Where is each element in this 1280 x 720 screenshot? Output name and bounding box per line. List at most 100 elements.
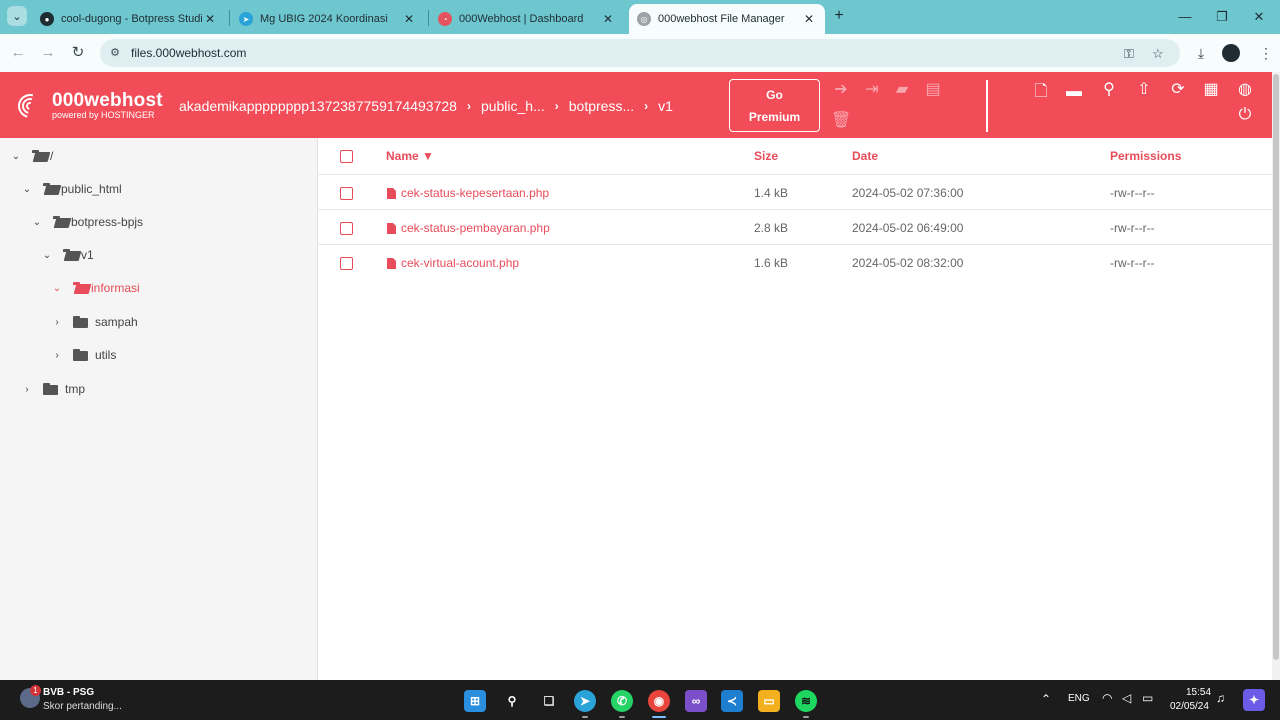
tree-node-sampah[interactable]: › sampah: [51, 312, 137, 332]
row-checkbox[interactable]: [340, 257, 353, 270]
chrome-icon[interactable]: ◉: [648, 690, 670, 712]
notification-bell-icon[interactable]: ♫: [1216, 691, 1225, 705]
move-icon[interactable]: ➔: [831, 80, 851, 100]
archive-icon[interactable]: ▰: [892, 80, 912, 100]
download-icon[interactable]: ⤓: [1191, 43, 1211, 63]
volume-icon[interactable]: ◁: [1122, 691, 1131, 705]
clock-date[interactable]: 02/05/24: [1170, 701, 1209, 712]
vscode-icon[interactable]: ≺: [721, 690, 743, 712]
globe-icon[interactable]: ◍: [1235, 80, 1255, 100]
reload-button[interactable]: ↻: [68, 43, 88, 63]
breadcrumb: akademikapppppppp1372387759174493728 › p…: [179, 98, 673, 114]
address-bar[interactable]: ⚙ files.000webhost.com ⚿ ☆: [100, 39, 1180, 67]
task-view-icon[interactable]: ❏: [538, 690, 560, 712]
file-name[interactable]: cek-status-kepesertaan.php: [387, 186, 549, 200]
file-name[interactable]: cek-virtual-acount.php: [387, 256, 519, 270]
restore-button[interactable]: ❐: [1213, 8, 1231, 26]
extract-icon[interactable]: ▤: [923, 80, 943, 100]
column-header-size[interactable]: Size: [754, 149, 778, 163]
site-info-icon[interactable]: ⚙: [108, 46, 122, 60]
search-icon[interactable]: ⚲: [1099, 80, 1119, 100]
new-file-icon[interactable]: 🗋: [1031, 82, 1051, 102]
page-scrollbar-thumb[interactable]: [1273, 74, 1279, 660]
battery-icon[interactable]: ▭: [1142, 691, 1153, 705]
chevron-up-icon[interactable]: ⌃: [1041, 692, 1051, 706]
visual-studio-icon[interactable]: ∞: [685, 690, 707, 712]
spotify-icon[interactable]: ≋: [795, 690, 817, 712]
clock-time[interactable]: 15:54: [1186, 687, 1211, 698]
back-button[interactable]: ←: [8, 43, 28, 63]
chevron-down-icon[interactable]: ⌄: [41, 250, 53, 261]
column-header-permissions[interactable]: Permissions: [1110, 149, 1181, 163]
upload-icon[interactable]: ⇧: [1134, 80, 1154, 100]
tab-telegram[interactable]: ➤ Mg UBIG 2024 Koordinasi ✕: [231, 4, 425, 34]
table-row[interactable]: cek-status-kepesertaan.php 1.4 kB 2024-0…: [318, 174, 1272, 209]
news-title[interactable]: BVB - PSG: [43, 687, 94, 698]
tree-node-botpress-bpjs[interactable]: ⌄ botpress-bpjs: [31, 212, 143, 232]
browser-tab-strip: ⌄ ● cool-dugong - Botpress Studio ✕ ➤ Mg…: [0, 0, 1280, 34]
wifi-icon[interactable]: ◠: [1102, 691, 1112, 705]
chevron-right-icon[interactable]: ›: [21, 384, 33, 395]
select-all-checkbox[interactable]: [340, 150, 353, 163]
grid-view-icon[interactable]: ▦: [1201, 80, 1221, 100]
chevron-down-icon[interactable]: ⌄: [51, 283, 63, 294]
rename-icon[interactable]: ⇥: [862, 80, 882, 100]
tab-file-manager[interactable]: ◎ 000webhost File Manager ✕: [629, 4, 825, 34]
tree-node-informasi[interactable]: ⌄ informasi: [51, 278, 140, 298]
power-icon[interactable]: ⏻: [1235, 105, 1255, 125]
tree-node-utils[interactable]: › utils: [51, 345, 116, 365]
close-icon[interactable]: ✕: [202, 12, 218, 26]
file-explorer-icon[interactable]: ▭: [758, 690, 780, 712]
table-row[interactable]: cek-virtual-acount.php 1.6 kB 2024-05-02…: [318, 244, 1272, 279]
row-checkbox[interactable]: [340, 187, 353, 200]
tree-node-root[interactable]: ⌄ /: [10, 146, 54, 166]
chevron-right-icon[interactable]: ›: [51, 350, 63, 361]
tab-search-button[interactable]: ⌄: [7, 6, 27, 26]
language-indicator[interactable]: ENG: [1068, 693, 1090, 704]
search-icon[interactable]: ⚲: [501, 690, 523, 712]
file-date: 2024-05-02 07:36:00: [852, 186, 964, 200]
000webhost-logo[interactable]: 000webhost powered by HOSTINGER: [12, 89, 163, 123]
column-header-name[interactable]: Name ▼: [386, 149, 434, 163]
close-icon[interactable]: ✕: [401, 12, 417, 26]
tree-node-v1[interactable]: ⌄ v1: [41, 245, 94, 265]
column-header-date[interactable]: Date: [852, 149, 878, 163]
chevron-down-icon[interactable]: ⌄: [31, 217, 43, 228]
start-icon[interactable]: ⊞: [464, 690, 486, 712]
refresh-icon[interactable]: ⟳: [1168, 80, 1188, 100]
chevron-right-icon[interactable]: ›: [51, 317, 63, 328]
more-menu-icon[interactable]: ⋮: [1256, 43, 1276, 63]
new-tab-button[interactable]: +: [830, 7, 848, 25]
minimize-icon: —: [1178, 9, 1192, 24]
close-icon[interactable]: ✕: [600, 12, 616, 26]
new-folder-icon[interactable]: ▬: [1064, 82, 1084, 102]
breadcrumb-item[interactable]: v1: [658, 98, 673, 114]
trash-icon[interactable]: 🗑: [831, 111, 851, 131]
close-window-button[interactable]: ✕: [1250, 8, 1268, 26]
breadcrumb-item[interactable]: public_h...: [481, 98, 545, 114]
go-premium-button[interactable]: Go Premium: [729, 79, 820, 132]
file-name[interactable]: cek-status-pembayaran.php: [387, 221, 550, 235]
telegram-icon[interactable]: ➤: [574, 690, 596, 712]
forward-button[interactable]: →: [38, 43, 58, 63]
key-icon[interactable]: ⚿: [1124, 46, 1134, 62]
copilot-icon[interactable]: ✦: [1243, 689, 1265, 711]
chevron-down-icon[interactable]: ⌄: [21, 184, 33, 195]
close-icon[interactable]: ✕: [801, 12, 817, 26]
star-icon[interactable]: ☆: [1152, 46, 1164, 62]
table-row[interactable]: cek-status-pembayaran.php 2.8 kB 2024-05…: [318, 209, 1272, 244]
reload-icon: ↻: [71, 44, 85, 61]
news-subtitle[interactable]: Skor pertanding...: [43, 701, 122, 712]
url-text[interactable]: files.000webhost.com: [131, 46, 246, 60]
whatsapp-icon[interactable]: ✆: [611, 690, 633, 712]
minimize-button[interactable]: —: [1176, 8, 1194, 26]
row-checkbox[interactable]: [340, 222, 353, 235]
tab-botpress[interactable]: ● cool-dugong - Botpress Studio ✕: [32, 4, 226, 34]
tree-node-tmp[interactable]: › tmp: [21, 379, 85, 399]
breadcrumb-item[interactable]: akademikapppppppp1372387759174493728: [179, 98, 457, 114]
tab-000webhost-dashboard[interactable]: ◔ 000Webhost | Dashboard ✕: [430, 4, 624, 34]
breadcrumb-item[interactable]: botpress...: [569, 98, 634, 114]
profile-avatar[interactable]: [1222, 44, 1240, 62]
tree-node-public-html[interactable]: ⌄ public_html: [21, 179, 122, 199]
chevron-down-icon[interactable]: ⌄: [10, 151, 22, 162]
